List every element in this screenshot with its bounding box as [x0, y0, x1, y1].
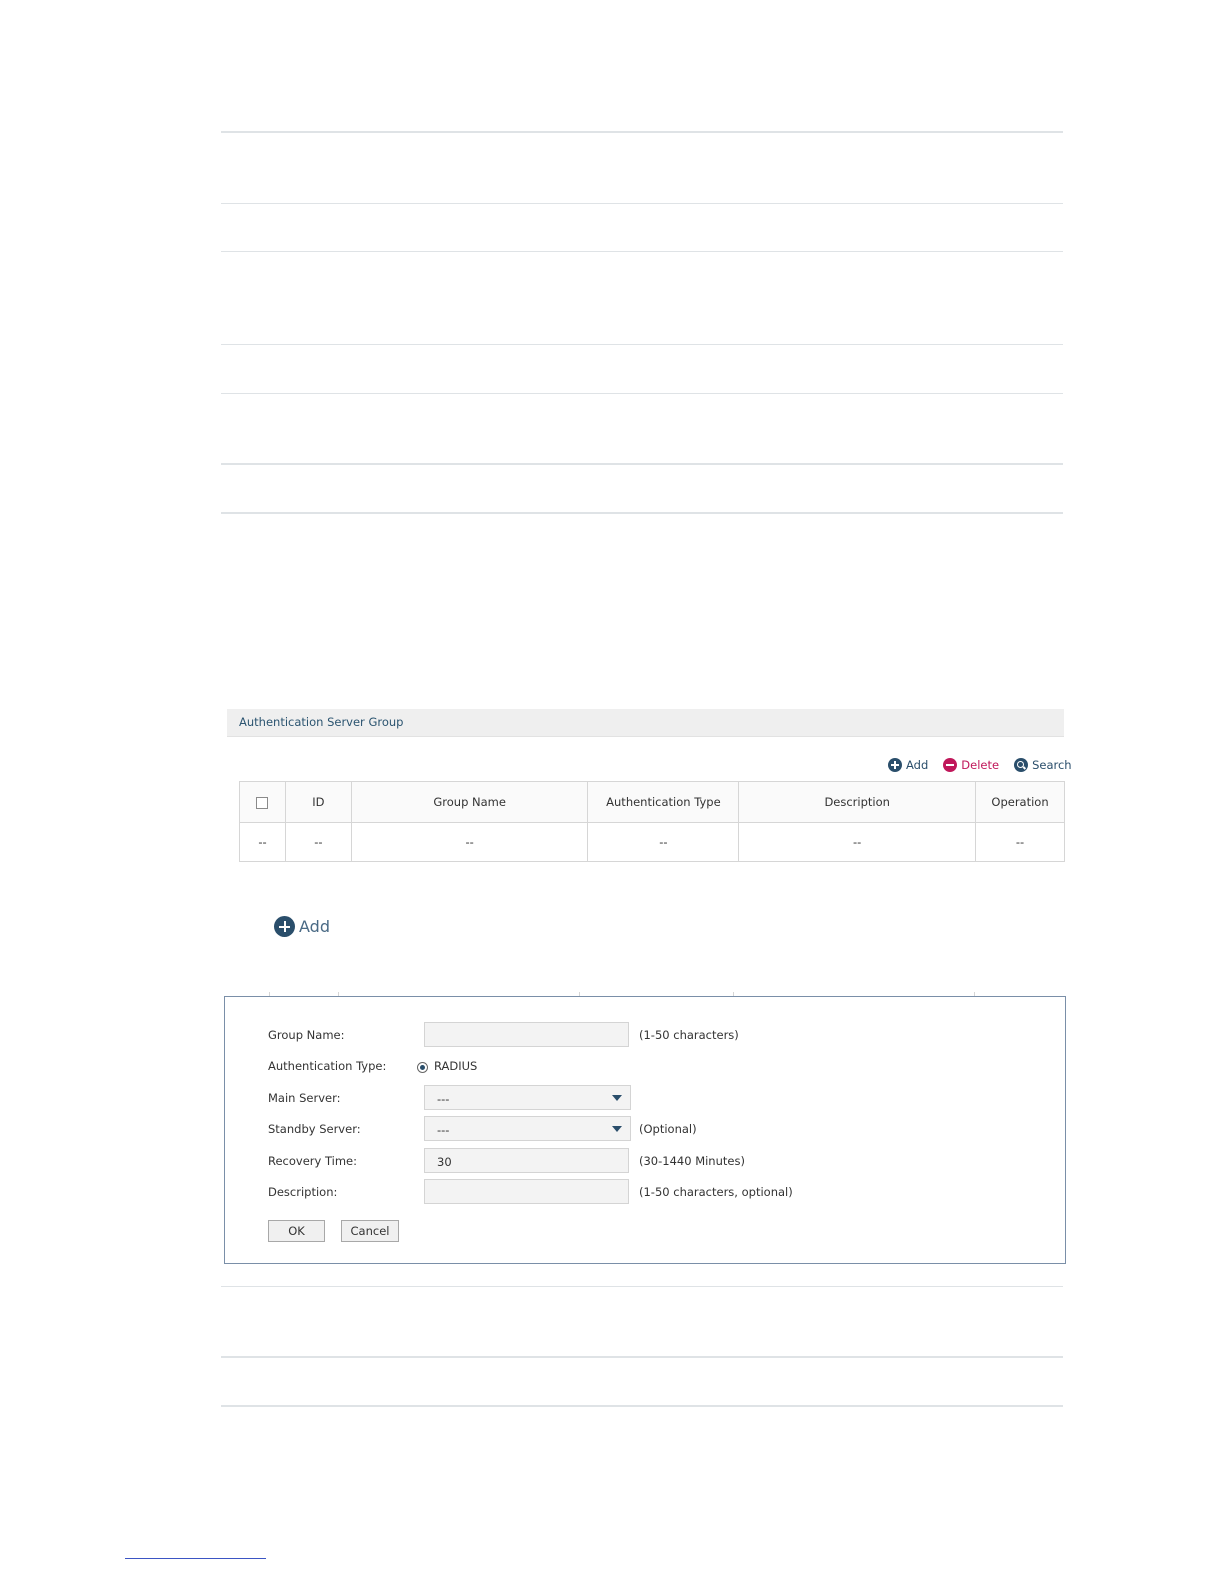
column-header: Authentication Type — [587, 781, 740, 823]
search-button[interactable]: Search — [1014, 758, 1072, 772]
auth-type-label: Authentication Type: — [268, 1059, 387, 1073]
separator-line — [221, 131, 1063, 133]
description-label: Description: — [268, 1185, 338, 1199]
column-header: Description — [738, 781, 977, 823]
description-input[interactable] — [424, 1179, 629, 1204]
separator-line — [221, 1286, 1063, 1287]
table-cell: -- — [239, 822, 286, 862]
main-server-label: Main Server: — [268, 1091, 341, 1105]
plus-circle-icon — [274, 916, 295, 937]
separator-line — [221, 512, 1063, 514]
add-label: Add — [906, 758, 929, 772]
separator-line — [221, 393, 1063, 394]
standby-server-value: --- — [437, 1123, 450, 1137]
separator-line — [221, 463, 1063, 465]
standby-server-label: Standby Server: — [268, 1122, 361, 1136]
table-cell: -- — [284, 822, 352, 862]
chevron-down-icon — [612, 1126, 622, 1132]
description-hint: (1-50 characters, optional) — [639, 1185, 793, 1199]
select-all-cell — [239, 781, 286, 823]
add-entry-label: Add — [299, 917, 330, 936]
table-toolbar: Add Delete Search — [888, 756, 1072, 774]
table-header-row: ID Group Name Authentication Type Descri… — [239, 781, 1065, 823]
search-label: Search — [1032, 758, 1072, 772]
column-header: Operation — [975, 781, 1065, 823]
group-table: ID Group Name Authentication Type Descri… — [239, 781, 1065, 862]
radius-option-label: RADIUS — [434, 1059, 478, 1073]
add-group-form: Group Name: (1-50 characters) Authentica… — [224, 996, 1066, 1264]
column-header: Group Name — [350, 781, 589, 823]
table-row: -- -- -- -- -- -- — [239, 822, 1065, 862]
cancel-button[interactable]: Cancel — [341, 1220, 399, 1242]
separator-line — [221, 251, 1063, 252]
separator-line — [221, 1356, 1063, 1358]
recovery-time-input[interactable]: 30 — [424, 1148, 629, 1173]
separator-line — [221, 1405, 1063, 1407]
table-cell: -- — [350, 822, 589, 862]
plus-circle-icon — [888, 758, 902, 772]
main-server-select[interactable]: --- — [424, 1085, 631, 1110]
table-cell: -- — [738, 822, 977, 862]
minus-circle-icon — [943, 758, 958, 772]
panel-title: Authentication Server Group — [239, 715, 404, 729]
group-name-hint: (1-50 characters) — [639, 1028, 739, 1042]
recovery-time-label: Recovery Time: — [268, 1154, 357, 1168]
delete-label: Delete — [961, 758, 1000, 772]
add-entry-button[interactable]: Add — [274, 916, 330, 937]
delete-button[interactable]: Delete — [943, 758, 999, 772]
main-server-value: --- — [437, 1092, 450, 1106]
search-icon — [1014, 758, 1029, 772]
footnote-rule — [125, 1558, 266, 1559]
standby-server-select[interactable]: --- — [424, 1116, 631, 1141]
radius-radio[interactable] — [417, 1062, 428, 1073]
separator-line — [221, 344, 1063, 345]
add-button[interactable]: Add — [888, 758, 928, 772]
ok-button[interactable]: OK — [268, 1220, 325, 1242]
select-all-checkbox[interactable] — [256, 796, 269, 809]
group-name-input[interactable] — [424, 1022, 629, 1047]
standby-server-hint: (Optional) — [639, 1122, 697, 1136]
recovery-time-hint: (30-1440 Minutes) — [639, 1154, 745, 1168]
chevron-down-icon — [612, 1095, 622, 1101]
separator-line — [221, 203, 1063, 204]
column-header: ID — [284, 781, 352, 823]
table-cell: -- — [975, 822, 1065, 862]
table-cell: -- — [587, 822, 740, 862]
group-name-label: Group Name: — [268, 1028, 345, 1042]
panel-header: Authentication Server Group — [227, 709, 1064, 737]
